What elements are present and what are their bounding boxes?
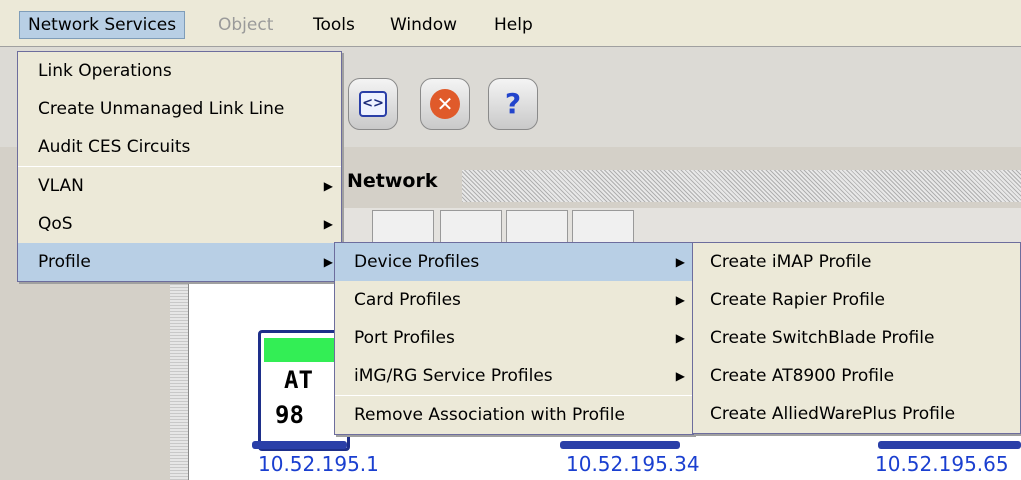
menu-tools[interactable]: Tools (305, 12, 363, 38)
menu-item-label: Create Unmanaged Link Line (38, 99, 285, 119)
menu-item-label: Create iMAP Profile (710, 252, 872, 272)
menu-item-label: Audit CES Circuits (38, 137, 191, 157)
chevron-right-icon: ▶ (323, 255, 333, 269)
refresh-button[interactable] (572, 210, 634, 246)
device-base (878, 441, 1021, 449)
menu-item-create-imap-profile[interactable]: Create iMAP Profile (693, 243, 1020, 281)
menu-bar: Network Services Object Tools Window Hel… (0, 0, 1021, 47)
menu-item-create-at8900-profile[interactable]: Create AT8900 Profile (693, 357, 1020, 395)
menu-item-link-operations[interactable]: Link Operations (18, 52, 341, 90)
stop-button[interactable]: ✕ (420, 78, 470, 130)
menu-item-device-profiles[interactable]: Device Profiles ▶ (335, 243, 693, 281)
close-icon: ✕ (430, 89, 460, 119)
menu-item-label: Card Profiles (354, 290, 461, 310)
help-button[interactable]: ? (488, 78, 538, 130)
chevron-right-icon: ▶ (675, 293, 685, 307)
menu-item-label: Create AlliedWarePlus Profile (710, 404, 956, 424)
menu-item-card-profiles[interactable]: Card Profiles ▶ (335, 281, 693, 319)
menu-item-label: Create Rapier Profile (710, 290, 885, 310)
device-label-line1: AT (284, 366, 313, 394)
chevron-right-icon: ▶ (675, 255, 685, 269)
menu-item-remove-association-with-profile[interactable]: Remove Association with Profile (335, 395, 693, 434)
code-button[interactable]: <> (348, 78, 398, 130)
menu-item-img-rg-service-profiles[interactable]: iMG/RG Service Profiles ▶ (335, 357, 693, 395)
menu-item-create-switchblade-profile[interactable]: Create SwitchBlade Profile (693, 319, 1020, 357)
menu-item-create-rapier-profile[interactable]: Create Rapier Profile (693, 281, 1020, 319)
menu-item-qos[interactable]: QoS ▶ (18, 205, 341, 243)
menu-window[interactable]: Window (382, 12, 465, 38)
menu-item-label: Link Operations (38, 61, 172, 81)
ip-label[interactable]: 10.52.195.1 (258, 452, 379, 476)
profile-submenu: Device Profiles ▶ Card Profiles ▶ Port Pro… (334, 242, 694, 435)
chevron-right-icon: ▶ (323, 217, 333, 231)
zoom-in-button[interactable] (440, 210, 502, 246)
menu-item-label: Remove Association with Profile (354, 405, 625, 425)
menu-item-label: QoS (38, 214, 73, 234)
device-base (252, 441, 347, 449)
menu-item-create-alliedwareplus-profile[interactable]: Create AlliedWarePlus Profile (693, 395, 1020, 433)
menu-item-label: Port Profiles (354, 328, 455, 348)
chevron-right-icon: ▶ (675, 331, 685, 345)
network-panel-title: Network (347, 170, 438, 192)
menu-item-label: iMG/RG Service Profiles (354, 366, 553, 386)
menu-item-label: Create SwitchBlade Profile (710, 328, 935, 348)
device-label-line2: 98 (275, 401, 304, 429)
network-services-menu: Link Operations Create Unmanaged Link Li… (17, 51, 342, 282)
menu-item-create-unmanaged-link-line[interactable]: Create Unmanaged Link Line (18, 90, 341, 128)
select-tool-button[interactable] (372, 210, 434, 246)
menu-network-services[interactable]: Network Services (19, 11, 186, 39)
device-profiles-submenu: Create iMAP Profile Create Rapier Profil… (692, 242, 1021, 434)
menu-item-label: Profile (38, 252, 91, 272)
ip-label[interactable]: 10.52.195.65 (875, 452, 1009, 476)
menu-item-label: Device Profiles (354, 252, 480, 272)
menu-item-port-profiles[interactable]: Port Profiles ▶ (335, 319, 693, 357)
help-icon: ? (504, 87, 522, 120)
menu-item-label: VLAN (38, 176, 84, 196)
chevron-right-icon: ▶ (323, 179, 333, 193)
device-status-bar (264, 338, 344, 362)
title-bar-pattern (462, 170, 1021, 202)
menu-item-vlan[interactable]: VLAN ▶ (18, 166, 341, 205)
menu-item-label: Create AT8900 Profile (710, 366, 895, 386)
ip-label[interactable]: 10.52.195.34 (566, 452, 700, 476)
menu-item-profile[interactable]: Profile ▶ (18, 243, 341, 281)
zoom-out-button[interactable] (506, 210, 568, 246)
menu-help[interactable]: Help (486, 12, 541, 38)
chevron-right-icon: ▶ (675, 369, 685, 383)
device-base (560, 441, 680, 449)
menu-object[interactable]: Object (210, 12, 281, 38)
menu-item-audit-ces-circuits[interactable]: Audit CES Circuits (18, 128, 341, 166)
code-icon: <> (359, 91, 387, 117)
